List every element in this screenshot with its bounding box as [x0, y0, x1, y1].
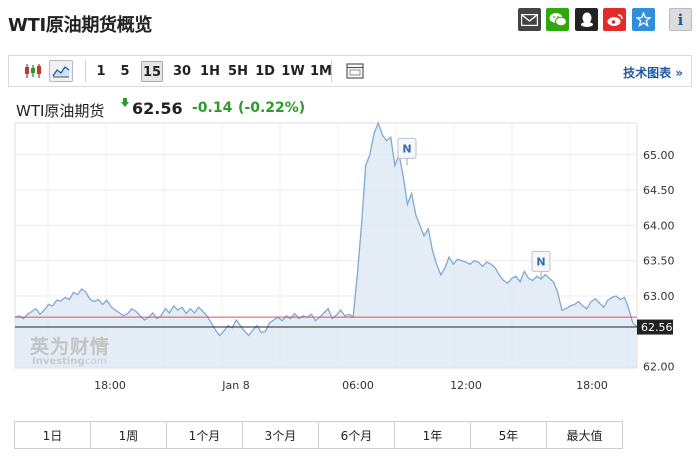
- y-tick-label: 63.50: [643, 255, 675, 268]
- investing-watermark: 英为财情 Investing .com: [30, 335, 110, 367]
- y-tick-label: 63.00: [643, 290, 675, 303]
- range-button-0[interactable]: 1日: [15, 422, 91, 448]
- range-button-5[interactable]: 1年: [395, 422, 471, 448]
- price-chart[interactable]: 英为财情 Investing .com N N 65.00 64.50 64.00 63…: [0, 0, 700, 420]
- range-selector: 1日 1周 1个月 3个月 6个月 1年 5年 最大值: [14, 421, 623, 449]
- last-price-tag-text: 62.56: [641, 321, 673, 334]
- x-tick-label: Jan 8: [221, 379, 249, 392]
- x-tick-label: 18:00: [576, 379, 608, 392]
- y-tick-label: 64.00: [643, 219, 675, 232]
- x-axis: 18:00 Jan 8 06:00 12:00 18:00: [94, 379, 608, 392]
- y-tick-label: 62.00: [643, 361, 675, 374]
- range-button-3[interactable]: 3个月: [243, 422, 319, 448]
- range-button-2[interactable]: 1个月: [167, 422, 243, 448]
- range-button-7[interactable]: 最大值: [547, 422, 622, 448]
- range-button-1[interactable]: 1周: [91, 422, 167, 448]
- svg-text:.com: .com: [82, 356, 107, 367]
- news-marker-label: N: [536, 255, 545, 268]
- last-price-tag: 62.56: [637, 319, 673, 335]
- range-button-4[interactable]: 6个月: [319, 422, 395, 448]
- y-tick-label: 64.50: [643, 184, 675, 197]
- y-tick-label: 65.00: [643, 149, 675, 162]
- y-axis: 65.00 64.50 64.00 63.50 63.00 62.00: [643, 149, 675, 374]
- x-tick-label: 18:00: [94, 379, 126, 392]
- x-tick-label: 12:00: [450, 379, 482, 392]
- svg-text:Investing: Investing: [32, 356, 85, 367]
- svg-text:英为财情: 英为财情: [30, 335, 110, 358]
- range-button-6[interactable]: 5年: [471, 422, 547, 448]
- news-marker-label: N: [402, 142, 411, 155]
- x-tick-label: 06:00: [342, 379, 374, 392]
